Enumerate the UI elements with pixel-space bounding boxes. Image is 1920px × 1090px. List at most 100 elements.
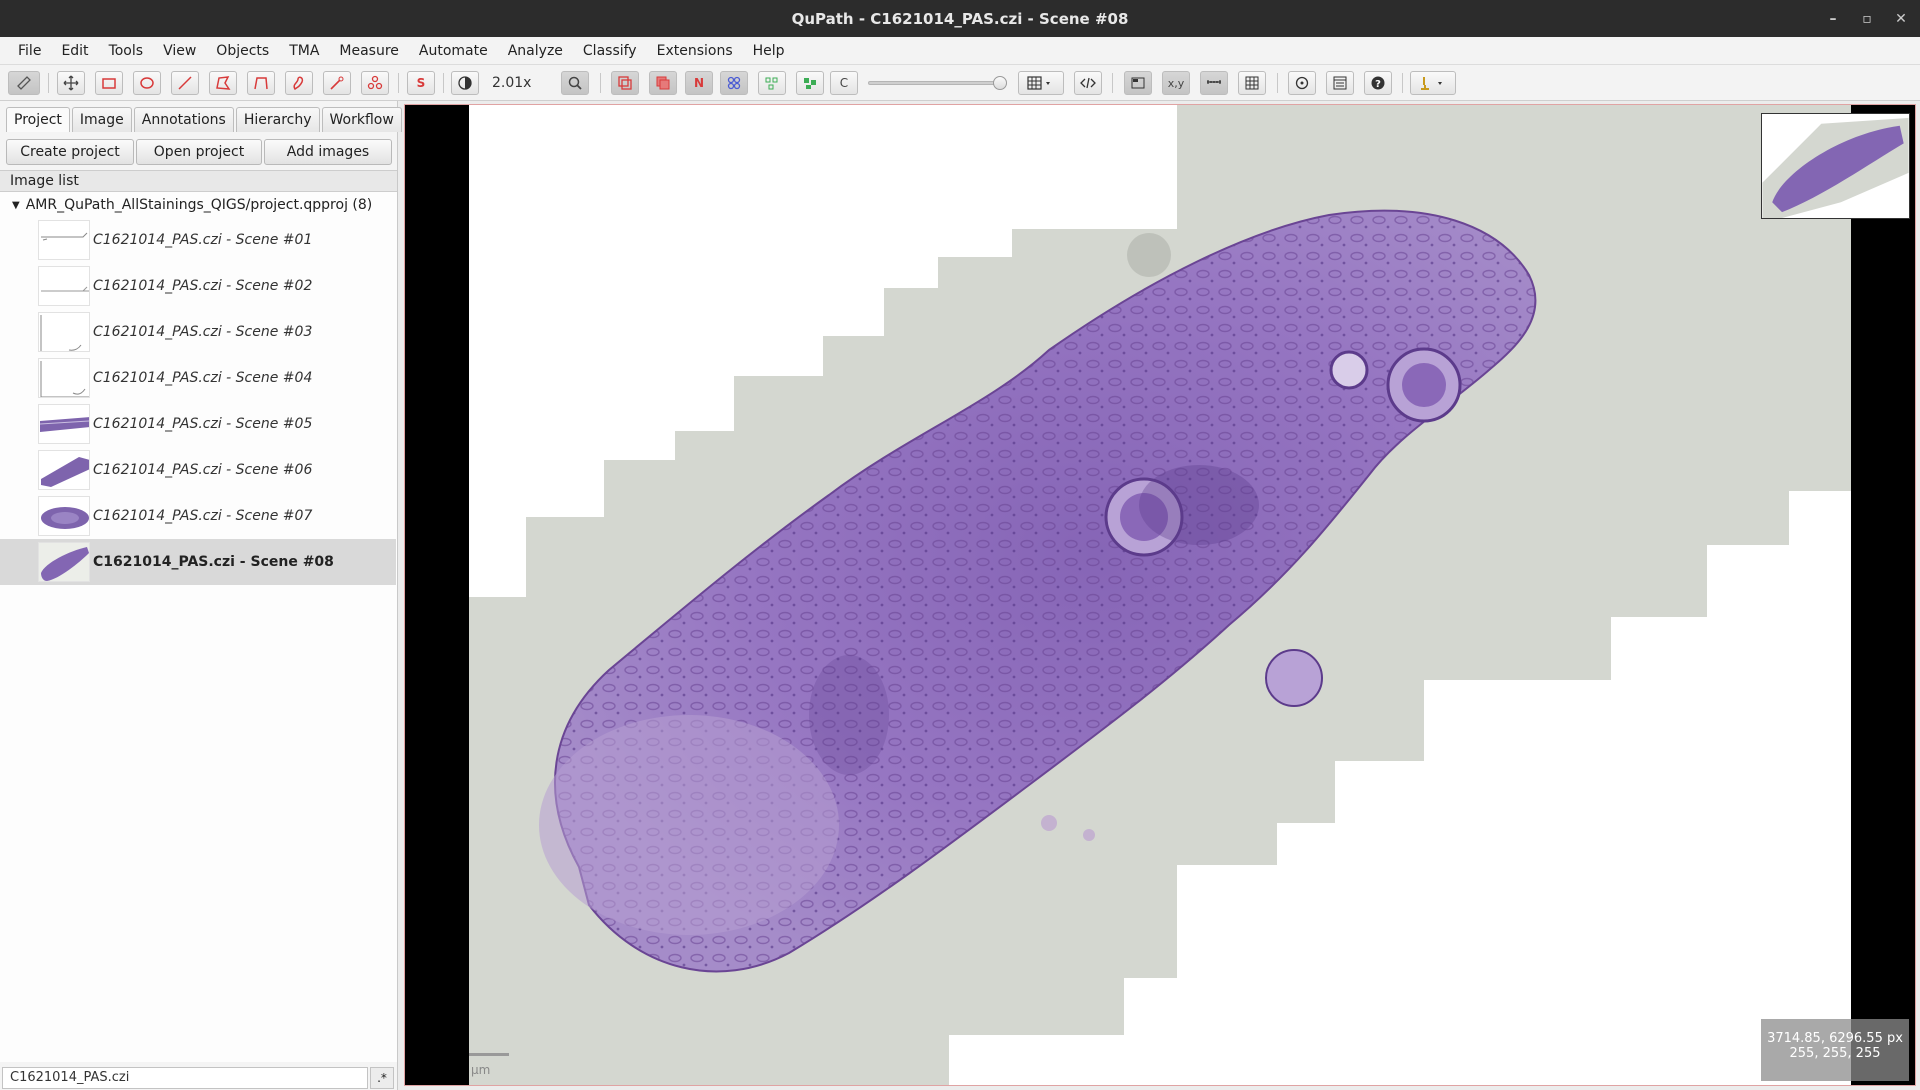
- help-icon: ?: [1371, 76, 1385, 90]
- window-title: QuPath - C1621014_PAS.czi - Scene #08: [791, 9, 1129, 28]
- show-connections-button[interactable]: C: [830, 71, 858, 95]
- fill-detections-button[interactable]: [796, 71, 824, 95]
- wand-tool-button[interactable]: [323, 71, 351, 95]
- panel-tabs: Project Image Annotations Hierarchy Work…: [6, 107, 402, 132]
- ellipse-tool-button[interactable]: [133, 71, 161, 95]
- fill-annotations-button[interactable]: [649, 71, 677, 95]
- show-grid-button[interactable]: [1238, 71, 1266, 95]
- menu-extensions[interactable]: Extensions: [647, 43, 743, 59]
- polygon-tool-button[interactable]: [209, 71, 237, 95]
- close-icon[interactable]: ✕: [1886, 0, 1916, 37]
- tma-grid-icon: [727, 76, 741, 90]
- scalebar-icon: [1207, 80, 1221, 84]
- opacity-slider[interactable]: [868, 76, 1007, 90]
- list-item[interactable]: C1621014_PAS.czi - Scene #01: [0, 217, 396, 263]
- list-item[interactable]: C1621014_PAS.czi - Scene #03: [0, 309, 396, 355]
- show-analysis-pane-button[interactable]: [8, 71, 40, 95]
- list-item[interactable]: C1621014_PAS.czi - Scene #02: [0, 263, 396, 309]
- show-scalebar-button[interactable]: [1200, 71, 1228, 95]
- list-item-label: C1621014_PAS.czi - Scene #01: [93, 232, 313, 248]
- show-coordinates-button[interactable]: x,y: [1162, 71, 1190, 95]
- log-button[interactable]: [1326, 71, 1354, 95]
- thumbnail: [38, 220, 90, 260]
- list-item[interactable]: C1621014_PAS.czi - Scene #04: [0, 355, 396, 401]
- tissue-section: [469, 105, 1851, 1085]
- help-button[interactable]: ?: [1364, 71, 1392, 95]
- preferences-button[interactable]: [1288, 71, 1316, 95]
- microscope-dropdown-button[interactable]: [1410, 71, 1456, 95]
- project-root-label: AMR_QuPath_AllStainings_QIGS/project.qpp…: [25, 197, 373, 213]
- selection-mode-button[interactable]: S: [407, 71, 435, 95]
- measurement-table-button[interactable]: [1018, 71, 1064, 95]
- menu-view[interactable]: View: [153, 43, 206, 59]
- brush-tool-button[interactable]: [285, 71, 313, 95]
- zoom-to-fit-button[interactable]: [561, 71, 589, 95]
- thumbnail: [38, 266, 90, 306]
- menu-analyze[interactable]: Analyze: [498, 43, 573, 59]
- list-item[interactable]: C1621014_PAS.czi - Scene #05: [0, 401, 396, 447]
- code-icon: [1080, 77, 1096, 89]
- table-dropdown-icon: [1027, 76, 1050, 90]
- menu-objects[interactable]: Objects: [206, 43, 279, 59]
- image-list-tree: ▼ AMR_QuPath_AllStainings_QIGS/project.q…: [0, 192, 397, 1062]
- line-icon: [178, 76, 192, 90]
- project-root[interactable]: ▼ AMR_QuPath_AllStainings_QIGS/project.q…: [12, 197, 372, 213]
- open-project-button[interactable]: Open project: [136, 139, 262, 165]
- add-images-button[interactable]: Add images: [264, 139, 392, 165]
- regex-toggle-button[interactable]: .*: [370, 1067, 394, 1089]
- menu-file[interactable]: File: [8, 43, 51, 59]
- expand-triangle-icon[interactable]: ▼: [12, 200, 20, 211]
- menu-tools[interactable]: Tools: [99, 43, 154, 59]
- script-editor-button[interactable]: [1074, 71, 1102, 95]
- menu-help[interactable]: Help: [743, 43, 795, 59]
- menu-tma[interactable]: TMA: [279, 43, 329, 59]
- create-project-button[interactable]: Create project: [6, 139, 134, 165]
- polyline-tool-button[interactable]: [247, 71, 275, 95]
- polyline-icon: [254, 77, 268, 90]
- image-viewer[interactable]: µm 3714.85, 6296.55 px 255, 255, 255: [404, 104, 1916, 1086]
- thumbnail: [38, 404, 90, 444]
- points-tool-button[interactable]: [361, 71, 389, 95]
- tab-annotations[interactable]: Annotations: [133, 107, 234, 132]
- list-item-selected[interactable]: C1621014_PAS.czi - Scene #08: [0, 539, 396, 585]
- show-overview-button[interactable]: [1124, 71, 1152, 95]
- rectangle-tool-button[interactable]: [95, 71, 123, 95]
- menu-edit[interactable]: Edit: [51, 43, 98, 59]
- list-item[interactable]: C1621014_PAS.czi - Scene #07: [0, 493, 396, 539]
- list-item-label: C1621014_PAS.czi - Scene #07: [93, 508, 313, 524]
- zoom-level: 2.01x: [492, 75, 532, 91]
- ellipse-icon: [140, 77, 154, 89]
- magnifier-icon: [568, 76, 582, 90]
- tab-image[interactable]: Image: [71, 107, 132, 132]
- minimize-icon[interactable]: –: [1818, 0, 1848, 37]
- rectangle-icon: [102, 78, 116, 89]
- thumbnail: [38, 496, 90, 536]
- menu-measure[interactable]: Measure: [329, 43, 409, 59]
- brightness-contrast-button[interactable]: [451, 71, 479, 95]
- list-item[interactable]: C1621014_PAS.czi - Scene #06: [0, 447, 396, 493]
- show-annotations-button[interactable]: [611, 71, 639, 95]
- show-tma-grid-button[interactable]: [720, 71, 748, 95]
- move-tool-button[interactable]: [57, 71, 85, 95]
- overview-thumbnail[interactable]: [1761, 113, 1910, 219]
- line-tool-button[interactable]: [171, 71, 199, 95]
- tab-workflow[interactable]: Workflow: [321, 107, 402, 132]
- slide-image[interactable]: [469, 105, 1851, 1085]
- tab-project[interactable]: Project: [6, 107, 70, 132]
- menu-automate[interactable]: Automate: [409, 43, 498, 59]
- svg-text:?: ?: [1375, 79, 1381, 90]
- show-detections-button[interactable]: [758, 71, 786, 95]
- maximize-icon[interactable]: ▫: [1852, 0, 1882, 37]
- tab-hierarchy[interactable]: Hierarchy: [235, 107, 320, 132]
- list-item-label: C1621014_PAS.czi - Scene #04: [93, 370, 313, 386]
- show-names-button[interactable]: N: [685, 71, 713, 95]
- list-item-label: C1621014_PAS.czi - Scene #06: [93, 462, 313, 478]
- image-filter-field[interactable]: C1621014_PAS.czi: [2, 1067, 368, 1089]
- opacity-slider-knob[interactable]: [993, 76, 1007, 90]
- menu-classify[interactable]: Classify: [573, 43, 647, 59]
- overview-image: [1762, 117, 1909, 218]
- scale-bar: [469, 1053, 509, 1056]
- toolbar: S 2.01x N C x,y ?: [0, 65, 1920, 101]
- project-panel: Project Image Annotations Hierarchy Work…: [0, 101, 402, 1090]
- annotations-icon: [618, 76, 632, 90]
